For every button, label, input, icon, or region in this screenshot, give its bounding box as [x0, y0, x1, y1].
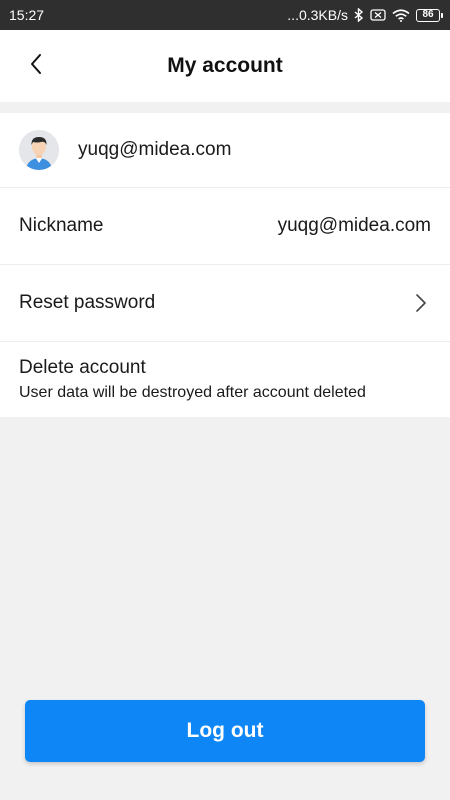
battery-level: 86	[422, 9, 434, 20]
wifi-icon	[392, 8, 410, 22]
back-button[interactable]	[18, 48, 54, 84]
status-bar: 15:27 ...0.3KB/s 86	[0, 0, 450, 30]
reset-password-label: Reset password	[19, 292, 156, 313]
profile-email: yuqg@midea.com	[78, 139, 232, 160]
header: My account	[0, 30, 450, 102]
page-title: My account	[167, 54, 283, 77]
nickname-value: yuqg@midea.com	[277, 215, 431, 236]
chevron-left-icon	[29, 53, 43, 80]
delete-account-row[interactable]: Delete account User data will be destroy…	[0, 342, 450, 417]
status-indicators: ...0.3KB/s 86	[287, 7, 443, 23]
chevron-right-icon	[411, 293, 431, 313]
status-time: 15:27	[9, 7, 45, 23]
bluetooth-icon	[354, 8, 364, 22]
delete-account-label: Delete account	[19, 357, 146, 378]
battery-icon: 86	[416, 8, 443, 22]
nickname-label: Nickname	[19, 215, 104, 236]
sim-blocked-icon	[370, 9, 386, 21]
network-speed: ...0.3KB/s	[287, 7, 348, 23]
logout-button[interactable]: Log out	[25, 700, 425, 762]
account-list: yuqg@midea.com Nickname yuqg@midea.com R…	[0, 113, 450, 417]
nickname-row[interactable]: Nickname yuqg@midea.com	[0, 188, 450, 265]
delete-account-subtitle: User data will be destroyed after accoun…	[19, 384, 366, 401]
profile-row: yuqg@midea.com	[0, 113, 450, 188]
user-avatar-icon	[19, 130, 59, 170]
reset-password-row[interactable]: Reset password	[0, 265, 450, 342]
